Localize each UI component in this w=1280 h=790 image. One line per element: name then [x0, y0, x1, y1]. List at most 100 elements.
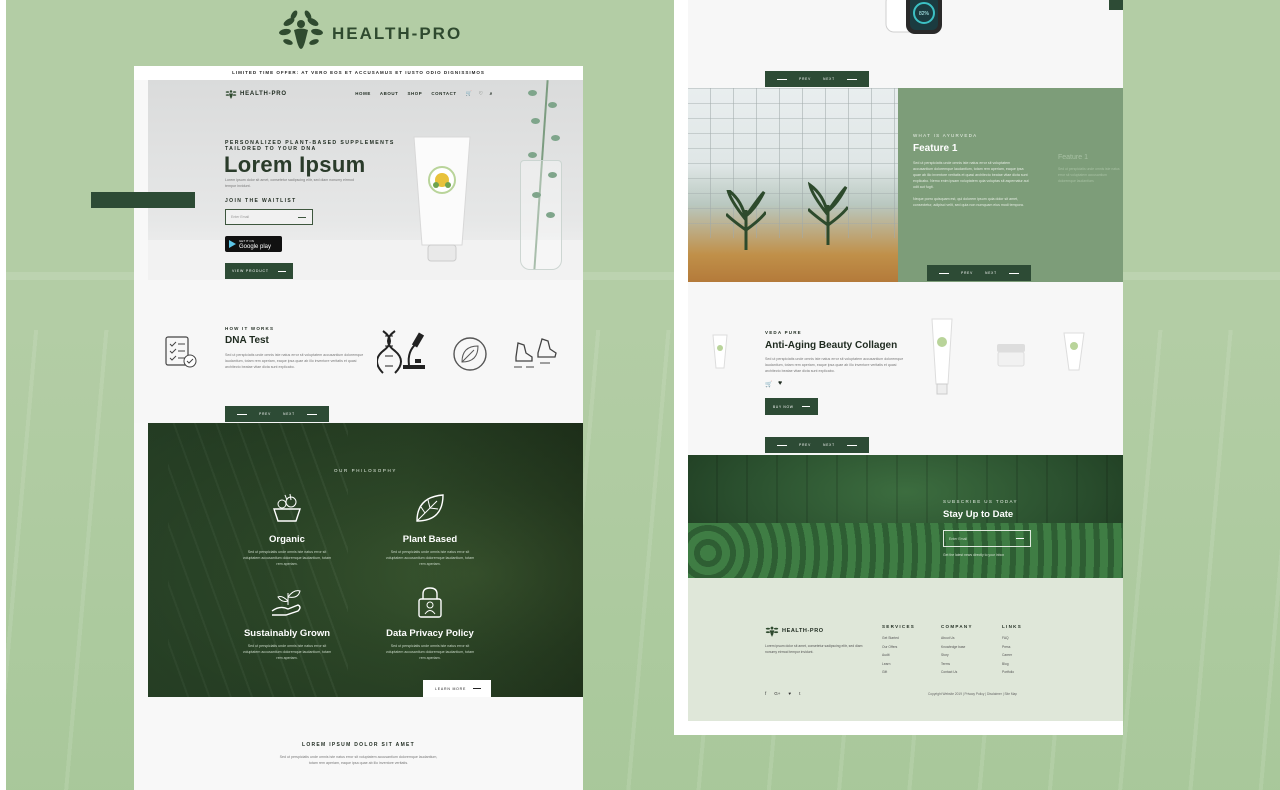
offer-text: AT VERO EOS ET ACCUSAMUS ET IUSTO ODIO D…: [301, 70, 485, 75]
how-description: Sed ut perspiciatis unde omnis iste natu…: [225, 353, 364, 369]
eucalyptus-leaf: [546, 212, 555, 218]
prev-button[interactable]: PREV: [799, 77, 811, 81]
footer-link[interactable]: FAQ: [1002, 634, 1022, 643]
next-button[interactable]: NEXT: [823, 77, 835, 81]
nav-logo[interactable]: HEALTH-PRO: [225, 88, 287, 100]
ayurveda-section: WHAT IS AYURVEDA Feature 1 Sed ut perspi…: [898, 88, 1123, 282]
footer-link[interactable]: About Us: [941, 634, 973, 643]
heart-icon[interactable]: ♥: [778, 380, 782, 387]
running-shoes-icon: [514, 338, 557, 368]
left-page-mockup: LIMITED TIME OFFER: AT VERO EOS ET ACCUS…: [91, 66, 583, 790]
footer-link[interactable]: Career: [1002, 651, 1022, 660]
footer-link[interactable]: Get Started: [882, 634, 915, 643]
footer-link[interactable]: Contact Us: [941, 668, 973, 677]
nav-about[interactable]: ABOUT: [380, 91, 399, 97]
subscribe-note: Get the latest news directly to your inb…: [943, 553, 1005, 557]
nav-contact[interactable]: CONTACT: [431, 91, 456, 97]
cart-icon[interactable]: 🛒: [466, 91, 473, 97]
footer-links: LINKS FAQ Press Career Blog Portfolio: [1002, 624, 1022, 677]
philosophy-section: OUR PHILOSOPHY Organic Sed ut perspiciat…: [148, 423, 583, 697]
footer-logo[interactable]: HEALTH-PRO: [765, 624, 824, 638]
tumblr-icon[interactable]: t: [799, 691, 800, 696]
hero-section: HEALTH-PRO HOME ABOUT SHOP CONTACT 🛒 ♡ ⌕…: [148, 80, 583, 280]
waitlist-label: JOIN THE WAITLIST: [225, 198, 297, 204]
ghost-feature-desc: Sed ut perspiciatis unde omnis iste natu…: [1058, 167, 1120, 183]
how-kicker: HOW IT WORKS: [225, 326, 275, 331]
hero-description: Lorem ipsum dolor sit amet, consetetur s…: [225, 178, 355, 188]
feature-sustainably-grown: Sustainably Grown Sed ut perspiciatis un…: [222, 585, 352, 661]
learn-more-button[interactable]: LEARN MORE: [423, 680, 491, 697]
product-kicker: VEDA PURE: [765, 330, 802, 335]
footer-link[interactable]: Audit: [882, 651, 915, 660]
facebook-icon[interactable]: f: [765, 691, 766, 696]
footer-services: SERVICES Get Started Our Offers Audit Le…: [882, 624, 915, 677]
checklist-icon: [165, 336, 197, 368]
product-tube-image: [931, 318, 953, 395]
footer-link[interactable]: Blog: [1002, 660, 1022, 669]
footer-link[interactable]: Terms: [941, 660, 973, 669]
eucalyptus-leaf: [531, 118, 540, 124]
google-play-badge[interactable]: GET IT ON Google play: [225, 236, 282, 252]
subscribe-email-field[interactable]: Enter Email: [943, 530, 1031, 547]
leaf-icon: [416, 494, 444, 522]
search-icon[interactable]: ⌕: [490, 91, 493, 97]
cart-icon[interactable]: 🛒: [765, 381, 772, 388]
hero-shelf: [148, 240, 583, 280]
footer-link[interactable]: Portfolio: [1002, 668, 1022, 677]
accent-strip: [1109, 0, 1123, 10]
next-button[interactable]: NEXT: [823, 443, 835, 447]
greenhouse-image: [688, 88, 898, 282]
view-product-button[interactable]: VIEW PRODUCT: [225, 263, 293, 279]
google-play-icon: [229, 240, 236, 248]
brand-header: HEALTH-PRO: [276, 10, 462, 58]
eucalyptus-leaf: [551, 135, 560, 141]
eucalyptus-leaf: [528, 90, 537, 96]
prev-button[interactable]: PREV: [259, 412, 271, 416]
small-tube-image: [712, 334, 728, 369]
footer-link[interactable]: Our Offers: [882, 643, 915, 652]
next-button[interactable]: NEXT: [985, 271, 997, 275]
watch-readout: 82%: [919, 11, 930, 17]
feature-organic: Organic Sed ut perspiciatis unde omnis i…: [222, 491, 352, 567]
google-plus-icon[interactable]: G+: [774, 691, 780, 696]
product-description: Sed ut perspiciatis unde omnis iste natu…: [765, 357, 904, 373]
tree-logo-icon: [765, 626, 779, 637]
lorem-section: LOREM IPSUM DOLOR SIT AMET Sed ut perspi…: [134, 742, 583, 766]
nav-home[interactable]: HOME: [355, 91, 371, 97]
footer-link[interactable]: Story: [941, 651, 973, 660]
social-icons: f G+ ♥ t: [765, 691, 800, 696]
heart-icon[interactable]: ♡: [479, 91, 484, 97]
offer-banner[interactable]: LIMITED TIME OFFER: AT VERO EOS ET ACCUS…: [134, 66, 583, 80]
hero-kicker: PERSONALIZED PLANT-BASED SUPPLEMENTS TAI…: [225, 140, 395, 152]
feature-desc: Sed ut perspiciatis unde omnis iste natu…: [385, 550, 475, 566]
waitlist-email-field[interactable]: Enter Email: [225, 209, 313, 225]
nav-shop[interactable]: SHOP: [407, 91, 422, 97]
banana-plant-image: [808, 181, 848, 245]
vegetable-basket-icon: [273, 493, 301, 522]
twitter-icon[interactable]: ♥: [788, 691, 791, 696]
ayurveda-kicker: WHAT IS AYURVEDA: [913, 133, 978, 138]
smartwatch-image: 82%: [885, 0, 942, 34]
feature-desc: Sed ut perspiciatis unde omnis iste natu…: [385, 644, 475, 660]
footer-link[interactable]: Gift: [882, 668, 915, 677]
eucalyptus-leaf: [548, 102, 557, 108]
footer-company: COMPANY About Us Knowledge base Story Te…: [941, 624, 973, 677]
product-pager: PREV NEXT: [765, 437, 869, 453]
footer-link[interactable]: Press: [1002, 643, 1022, 652]
buy-now-button[interactable]: BUY NOW: [765, 398, 818, 415]
subscribe-title: Stay Up to Date: [943, 509, 1014, 520]
smartwatch-section: 82%: [688, 0, 1123, 88]
top-nav: HEALTH-PRO HOME ABOUT SHOP CONTACT 🛒 ♡ ⌕: [225, 88, 493, 100]
prev-button[interactable]: PREV: [961, 271, 973, 275]
product-title: Anti-Aging Beauty Collagen: [765, 340, 898, 351]
feature-title: Plant Based: [402, 534, 458, 545]
footer-description: Lorem ipsum dolor sit amet, consetetur s…: [765, 644, 863, 654]
product-section: VEDA PURE Anti-Aging Beauty Collagen Sed…: [688, 282, 1123, 455]
footer-link[interactable]: Knowledge base: [941, 643, 973, 652]
footer-link[interactable]: Learn: [882, 660, 915, 669]
next-button[interactable]: NEXT: [283, 412, 295, 416]
prev-button[interactable]: PREV: [799, 443, 811, 447]
gplay-label: Google play: [239, 244, 272, 250]
eucalyptus-leaf: [528, 152, 537, 158]
footer-legal[interactable]: Copyright Website 2019 | Privacy Policy …: [928, 692, 1017, 696]
